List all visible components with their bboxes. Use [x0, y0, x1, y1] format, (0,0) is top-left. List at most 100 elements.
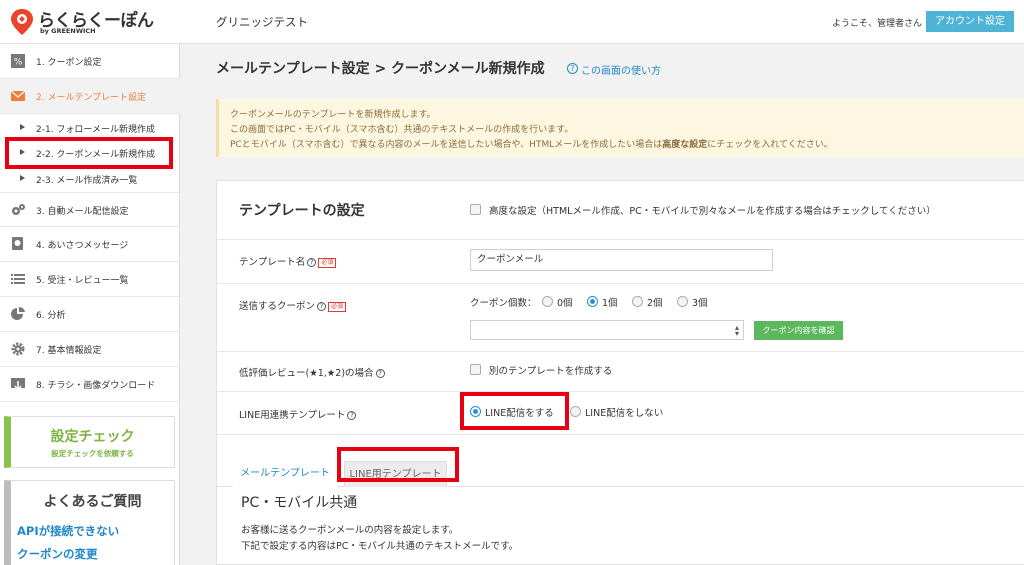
section-title: テンプレートの設定 — [239, 203, 365, 219]
faq-link-coupon-change[interactable]: クーポンの変更 — [17, 546, 98, 562]
advanced-setting-checkbox[interactable] — [470, 204, 481, 215]
line-no-send-radio[interactable] — [570, 406, 581, 417]
sidebar-item-label: 3. 自動メール配信設定 — [36, 207, 129, 217]
coupon-label: 送信するクーポン? 必須 — [239, 298, 347, 312]
required-badge: 必須 — [318, 258, 337, 268]
content-description: 下記で設定する内容はPC・モバイル共通のテキストメールです。 — [241, 541, 519, 552]
help-icon[interactable]: ? — [567, 63, 578, 74]
logo[interactable]: らくらくーぽん by GREENWICH — [10, 6, 180, 40]
help-icon[interactable]: ? — [347, 411, 357, 420]
welcome-user: 管理者 — [877, 19, 905, 29]
message-icon — [12, 237, 23, 250]
line-template-label: LINE用連携テンプレート? — [239, 407, 357, 421]
highlight-box — [337, 447, 459, 482]
line-no-send-label: LINE配信をしない — [585, 408, 664, 419]
sidebar-item-label: 7. 基本情報設定 — [36, 346, 102, 356]
list-icon — [11, 274, 25, 284]
sidebar-subitem-label: 2-3. メール作成済み一覧 — [36, 176, 138, 186]
coupon-count-radio-0[interactable] — [542, 296, 553, 307]
gear-icon — [11, 342, 25, 356]
help-link[interactable]: この画面の使い方 — [581, 62, 661, 77]
sidebar-item-label: 6. 分析 — [36, 311, 66, 321]
sidebar-item-label: 4. あいさつメッセージ — [36, 241, 129, 251]
sidebar-subitem-mail-list[interactable]: 2-3. メール作成済み一覧 — [0, 167, 180, 191]
low-review-label: 低評価レビュー(★1,★2)の場合? — [239, 365, 385, 379]
low-review-option: 別のテンプレートを作成する — [489, 366, 613, 377]
coupon-count-option: 0個 — [557, 298, 573, 309]
help-icon[interactable]: ? — [317, 302, 327, 311]
sidebar-item-download[interactable]: 8. チラシ・画像ダウンロード — [0, 367, 180, 402]
required-badge: 必須 — [328, 302, 347, 312]
notice-line: クーポンメールのテンプレートを新規作成します。 — [230, 110, 436, 120]
select-caret-icon: ▴ ▾ — [734, 323, 739, 338]
coupon-count-option: 3個 — [692, 298, 708, 309]
sidebar-subitem-label: 2-1. フォローメール新規作成 — [36, 125, 156, 135]
row-divider — [217, 239, 1024, 240]
highlight-box — [460, 392, 569, 430]
coupon-count-radio-1[interactable] — [587, 296, 598, 307]
coupon-icon: % — [11, 54, 25, 68]
sidebar-item-label: 5. 受注・レビュー一覧 — [36, 276, 129, 286]
template-name-input[interactable]: クーポンメール — [470, 249, 773, 271]
sidebar-item-basic-info[interactable]: 7. 基本情報設定 — [0, 332, 180, 367]
faq-title: よくあるご質問 — [43, 494, 142, 510]
notice-box: クーポンメールのテンプレートを新規作成します。 この画面ではPC・モバイル（スマ… — [216, 99, 1024, 157]
notice-line: PCとモバイル（スマホ含む）で異なる内容のメールを送信したい場合や、HTMLメー… — [230, 137, 833, 150]
page-title: メールテンプレート設定 > クーポンメール新規作成 — [216, 61, 545, 77]
sidebar-item-auto-mail[interactable]: 3. 自動メール配信設定 — [0, 192, 180, 227]
row-divider — [217, 434, 1024, 435]
low-review-checkbox[interactable] — [470, 364, 481, 375]
help-icon[interactable]: ? — [307, 258, 317, 267]
faq-link-api[interactable]: APIが接続できない — [17, 523, 119, 539]
help-icon[interactable]: ? — [375, 369, 385, 378]
top-header: らくらくーぽん by GREENWICH グリニッジテスト ようこそ、管理者さん… — [0, 0, 1024, 44]
mail-icon — [10, 90, 26, 101]
notice-text: にチェックを入れてください。 — [707, 140, 833, 150]
faq-box: よくあるご質問 APIが接続できない クーポンの変更 — [4, 480, 175, 565]
notice-emphasis: 高度な設定 — [662, 140, 708, 150]
content-heading: PC・モバイル共通 — [241, 495, 358, 511]
template-settings-panel: テンプレートの設定 高度な設定（HTMLメール作成、PC・モバイルで別々なメール… — [216, 180, 1024, 565]
line-template-label-text: LINE用連携テンプレート — [239, 410, 346, 421]
coupon-count-radio-2[interactable] — [632, 296, 643, 307]
welcome-text: ようこそ、管理者さん — [832, 16, 922, 29]
sidebar-item-label: 1. クーポン設定 — [36, 58, 102, 68]
gears-icon — [12, 204, 25, 215]
low-review-label-text: 低評価レビュー(★1,★2)の場合 — [239, 368, 374, 379]
notice-line: この画面ではPC・モバイル（スマホ含む）共通のテキストメールの作成を行います。 — [230, 125, 574, 135]
coupon-count-label: クーポン個数： — [470, 298, 537, 309]
settings-check-box[interactable]: 設定チェック 設定チェックを依頼する — [4, 416, 175, 468]
logo-subtext: by GREENWICH — [40, 27, 96, 35]
content-description: お客様に送るクーポンメールの内容を設定します。 — [241, 525, 459, 536]
row-divider — [217, 283, 1024, 284]
coupon-count-radio-3[interactable] — [677, 296, 688, 307]
coupon-count-option: 1個 — [602, 298, 618, 309]
sidebar-item-label: 8. チラシ・画像ダウンロード — [36, 381, 156, 391]
notice-text: PCとモバイル（スマホ含む）で異なる内容のメールを送信したい場合や、HTMLメー… — [230, 140, 663, 150]
account-settings-button[interactable]: アカウント設定 — [926, 11, 1014, 32]
sidebar-item-greeting[interactable]: 4. あいさつメッセージ — [0, 227, 180, 262]
coupon-confirm-button[interactable]: クーポン内容を確認 — [754, 321, 843, 340]
sidebar-item-coupon[interactable]: % 1. クーポン設定 — [0, 44, 180, 79]
template-name-label: テンプレート名? 必須 — [239, 254, 337, 268]
row-divider — [217, 351, 1024, 352]
caret-right-icon — [20, 124, 25, 130]
sidebar-item-mail-template[interactable]: 2. メールテンプレート設定 — [0, 79, 180, 114]
svg-text:%: % — [14, 58, 23, 68]
sidebar-item-analytics[interactable]: 6. 分析 — [0, 297, 180, 332]
tab-mail-template[interactable]: メールテンプレート — [233, 461, 337, 487]
welcome-prefix: ようこそ、 — [832, 19, 878, 29]
settings-check-subtitle: 設定チェックを依頼する — [51, 449, 134, 458]
sidebar-item-label: 2. メールテンプレート設定 — [36, 93, 147, 103]
template-name-label-text: テンプレート名 — [239, 257, 306, 268]
row-divider — [217, 391, 1024, 392]
advanced-setting-label: 高度な設定（HTMLメール作成、PC・モバイルで別々なメールを作成する場合はチェ… — [489, 206, 936, 217]
highlight-box — [5, 137, 173, 169]
welcome-suffix: さん — [904, 19, 923, 29]
caret-right-icon — [20, 175, 25, 181]
sidebar-item-orders[interactable]: 5. 受注・レビュー一覧 — [0, 262, 180, 297]
settings-check-title: 設定チェック — [50, 429, 135, 445]
coupon-count-option: 2個 — [647, 298, 663, 309]
logo-pin-icon — [11, 9, 33, 35]
coupon-select[interactable]: ▴ ▾ — [470, 320, 744, 340]
